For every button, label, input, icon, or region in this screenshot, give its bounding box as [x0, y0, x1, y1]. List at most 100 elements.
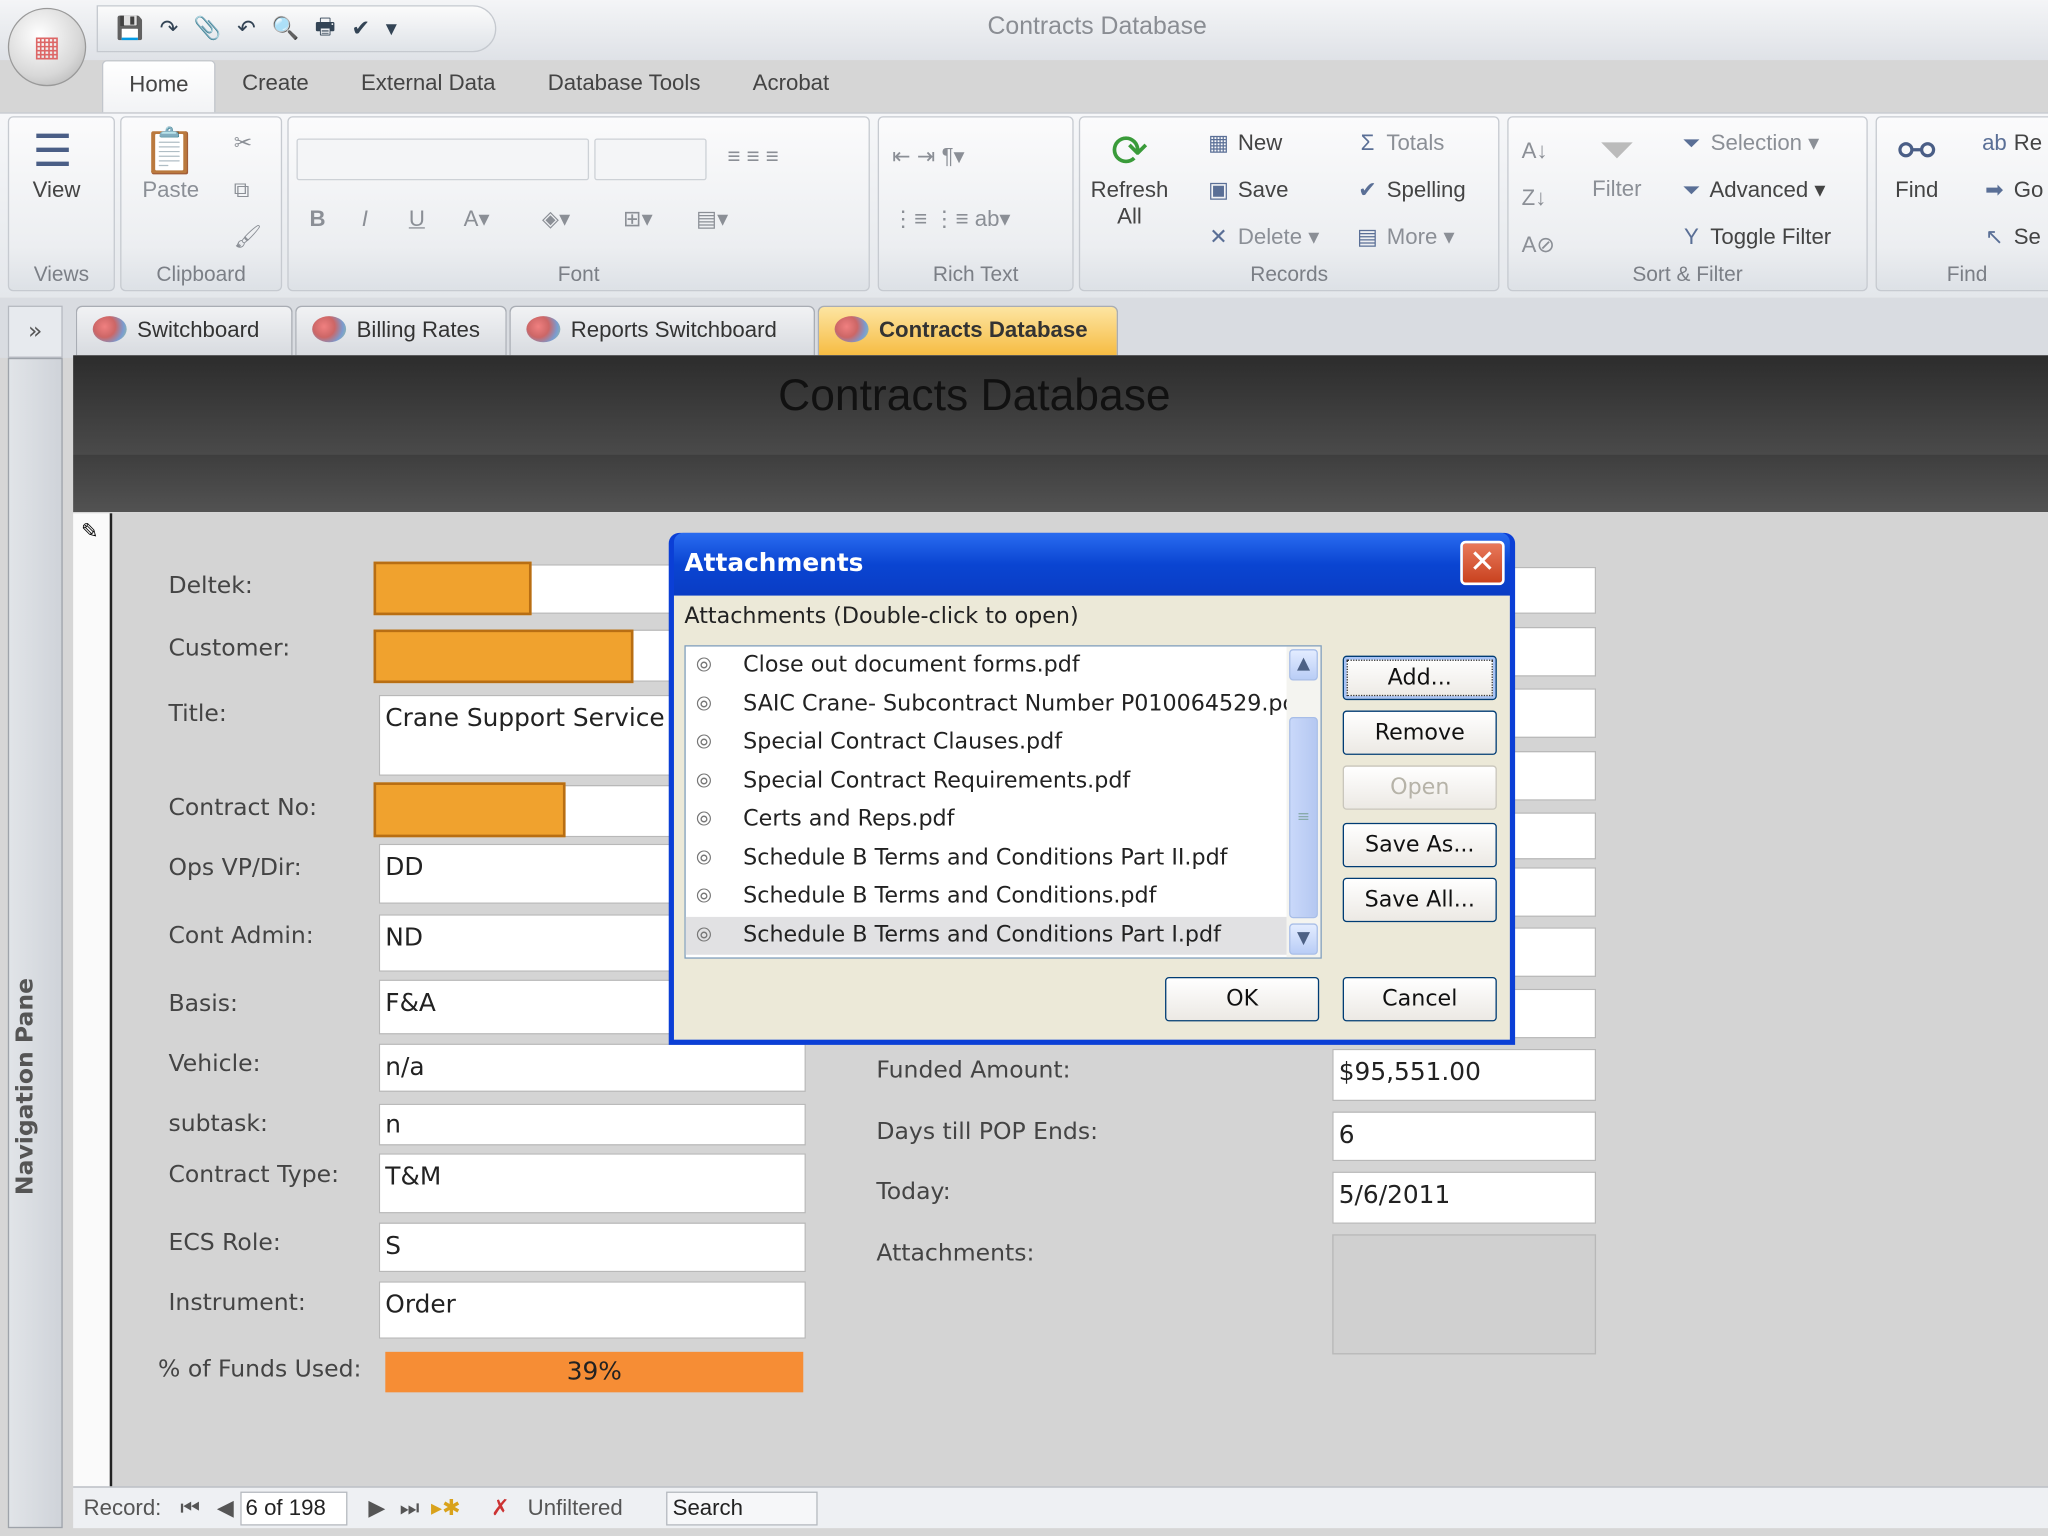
more-button[interactable]: ▤ More ▾ [1354, 225, 1455, 251]
gridlines-icon[interactable]: ⊞▾ [623, 206, 653, 232]
save-record-button[interactable]: ▣ Save [1206, 178, 1288, 204]
tab-acrobat[interactable]: Acrobat [727, 60, 856, 112]
spelling-button[interactable]: ✔ Spelling [1354, 178, 1466, 204]
indent-icons[interactable]: ⇤ ⇥ ¶▾ [892, 144, 965, 170]
scroll-thumb[interactable]: ≡ [1289, 717, 1318, 919]
scroll-up-icon[interactable]: ▲ [1289, 649, 1318, 681]
refresh-all-button[interactable]: ⟳ Refresh All [1091, 125, 1169, 229]
list-item[interactable]: ⦾ Special Contract Requirements.pdf [686, 762, 1321, 801]
font-size-select[interactable] [594, 138, 707, 181]
delete-label: Delete [1237, 224, 1303, 250]
subtask-field[interactable]: n [378, 1103, 806, 1146]
close-icon[interactable]: ✕ [1460, 540, 1505, 586]
ok-button[interactable]: OK [1165, 976, 1320, 1022]
underline-button[interactable]: U [409, 206, 425, 232]
alt-fill-icon[interactable]: ▤▾ [696, 206, 728, 232]
format-painter-icon[interactable]: 🖌 [234, 225, 262, 251]
totals-button[interactable]: Σ Totals [1354, 131, 1445, 157]
copy-icon[interactable]: ⧉ [234, 178, 250, 204]
nav-pane-toggle[interactable]: » [7, 305, 63, 358]
sort-icons[interactable]: A↓ Z↓ A⊘ [1522, 128, 1555, 269]
list-item[interactable]: ⦾ Close out document forms.pdf [686, 647, 1321, 686]
toggle-filter-button[interactable]: Y Toggle Filter [1678, 225, 1831, 251]
office-button[interactable]: ▦ [7, 7, 87, 87]
list-item[interactable]: ⦾ Certs and Reps.pdf [686, 801, 1321, 840]
doc-tab-reports-switchboard[interactable]: Reports Switchboard [509, 305, 816, 356]
list-item[interactable]: ⦾ Schedule B Terms and Conditions Part II… [686, 839, 1321, 878]
save-as-button[interactable]: Save As... [1342, 822, 1497, 868]
doc-tab-billing-rates[interactable]: Billing Rates [295, 305, 507, 356]
filter-status[interactable]: Unfiltered [528, 1496, 623, 1522]
list-item[interactable]: ⦾ Schedule B Terms and Conditions.pdf [686, 878, 1321, 917]
customize-icon[interactable]: ▾ [386, 16, 397, 42]
refresh-all-label: All [1117, 203, 1142, 229]
bold-button[interactable]: B [310, 206, 326, 232]
paperclip-icon: ⦾ [696, 922, 712, 947]
select-button[interactable]: ↖ Se [1981, 225, 2041, 251]
list-item-selected[interactable]: ⦾ Schedule B Terms and Conditions Part I.… [685, 916, 1321, 955]
delete-record-button[interactable]: ✕ Delete ▾ [1206, 224, 1319, 251]
tab-external-data[interactable]: External Data [335, 60, 522, 112]
print-preview-icon[interactable]: 🔍 [271, 16, 299, 42]
doc-tab-switchboard[interactable]: Switchboard [75, 305, 293, 356]
paste-button[interactable]: 📋 Paste [142, 125, 199, 203]
redo-icon[interactable]: ↷ [160, 16, 179, 42]
record-position-input[interactable]: 6 of 198 [240, 1491, 348, 1526]
paperclip-icon: ⦾ [696, 807, 712, 831]
list-icons[interactable]: ⋮≡ ⋮≡ ab▾ [892, 206, 1011, 232]
search-input[interactable]: Search [666, 1491, 818, 1526]
undo-icon[interactable]: ↶ [237, 16, 256, 42]
font-name-select[interactable] [296, 138, 590, 181]
spelling-icon[interactable]: ✔ [351, 16, 370, 42]
goto-button[interactable]: ➡ Go [1981, 178, 2043, 204]
find-button[interactable]: ⚯ Find [1895, 125, 1938, 203]
list-item[interactable]: ⦾ Special Contract Clauses.pdf [686, 724, 1321, 763]
dialog-title-bar: Attachments ✕ [673, 532, 1510, 596]
scrollbar[interactable]: ▲ ≡ ▼ [1286, 646, 1321, 958]
first-record-icon[interactable]: ⏮ [180, 1496, 200, 1522]
tab-database-tools[interactable]: Database Tools [522, 60, 727, 112]
instrument-field[interactable]: Order [378, 1281, 806, 1339]
navigation-pane[interactable]: Navigation Pane [7, 357, 63, 1529]
record-selector[interactable]: ✎ [73, 513, 113, 1487]
filter-button[interactable]: ⏷ Filter [1592, 125, 1641, 202]
cut-icon[interactable]: ✂ [234, 131, 253, 157]
prev-record-icon[interactable]: ◀ [217, 1496, 234, 1522]
advanced-button[interactable]: ⏷ Advanced ▾ [1678, 178, 1826, 204]
today-field[interactable]: 5/6/2011 [1332, 1171, 1597, 1224]
next-record-icon[interactable]: ▶ [368, 1496, 385, 1522]
save-icon[interactable]: 💾 [116, 16, 144, 42]
font-color-icon[interactable]: A▾ [464, 206, 490, 232]
remove-button[interactable]: Remove [1342, 710, 1497, 755]
selection-button[interactable]: ⏷ Selection ▾ [1678, 130, 1820, 157]
new-record-button[interactable]: ▦ New [1206, 130, 1282, 157]
view-button[interactable]: ☰ View [33, 125, 81, 203]
add-button[interactable]: Add... [1342, 655, 1497, 701]
new-record-icon: ▦ [1208, 130, 1230, 156]
tab-create[interactable]: Create [216, 60, 335, 112]
last-record-icon[interactable]: ⏭ [400, 1496, 420, 1522]
save-all-button[interactable]: Save All... [1342, 877, 1497, 923]
days-pop-field[interactable]: 6 [1332, 1111, 1597, 1162]
list-item[interactable]: ⦾ SAIC Crane- Subcontract Number P0100645… [686, 685, 1321, 724]
new-record-icon[interactable]: ▸✱ [431, 1496, 461, 1522]
vehicle-field[interactable]: n/a [378, 1043, 806, 1092]
open-button[interactable]: Open [1342, 765, 1497, 810]
attachments-field[interactable] [1332, 1234, 1597, 1355]
ecs-role-field[interactable]: S [378, 1222, 806, 1273]
contract-type-field[interactable]: T&M [378, 1153, 806, 1214]
attach-icon[interactable]: 📎 [194, 16, 222, 42]
fill-color-icon[interactable]: ◈▾ [542, 206, 570, 232]
cancel-button[interactable]: Cancel [1342, 976, 1497, 1022]
doc-tab-contracts-database[interactable]: Contracts Database [817, 305, 1119, 356]
italic-button[interactable]: I [362, 206, 368, 232]
selection-icon: ⏷ [1682, 130, 1701, 156]
file-name: Special Contract Requirements.pdf [743, 767, 1131, 794]
print-icon[interactable]: 🖶 [315, 10, 336, 48]
tab-home[interactable]: Home [101, 60, 216, 113]
align-icons[interactable]: ≡ ≡ ≡ [728, 144, 779, 170]
attachments-list[interactable]: ⦾ Close out document forms.pdf ⦾ SAIC Cran… [684, 645, 1322, 959]
funded-amount-field[interactable]: $95,551.00 [1332, 1048, 1597, 1102]
replace-button[interactable]: ab Re [1981, 131, 2042, 157]
scroll-down-icon[interactable]: ▼ [1289, 923, 1318, 955]
